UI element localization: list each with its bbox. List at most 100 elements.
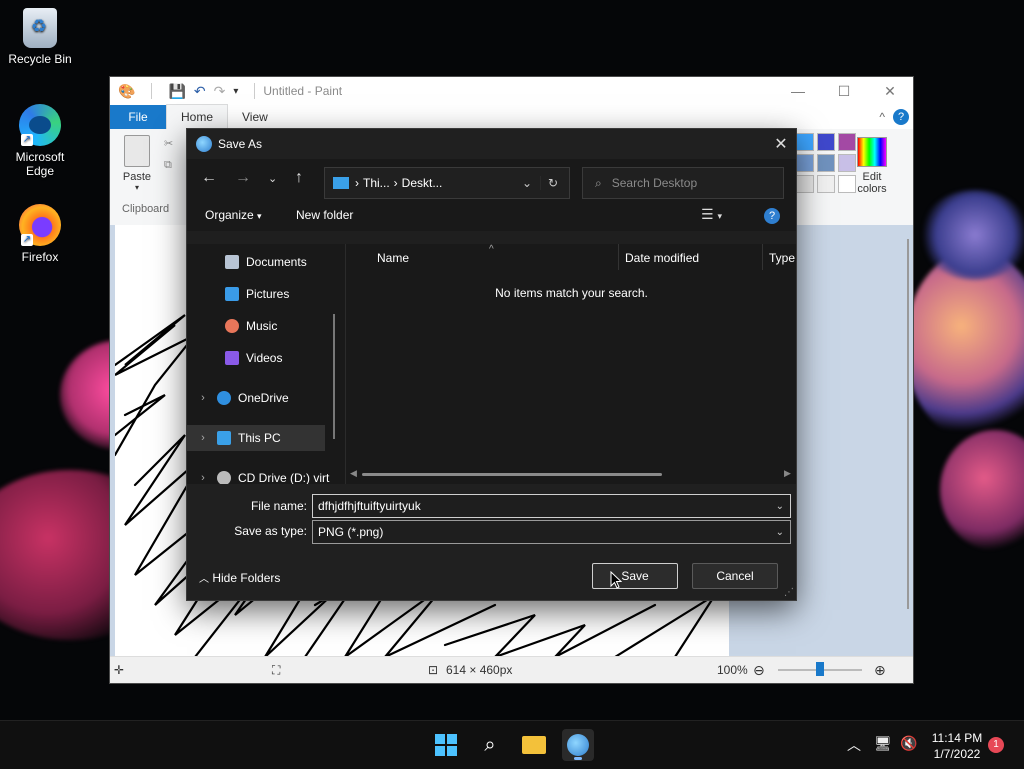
forward-icon[interactable]: → [235,169,251,187]
color-swatch[interactable] [796,133,814,151]
taskbar: ⌕ ︿ 🖥 🔇 11:14 PM 1/7/2022 1 [0,720,1024,769]
help-icon[interactable]: ? [893,109,909,125]
navigation-pane-scrollbar[interactable] [333,314,335,439]
close-icon[interactable]: ✕ [867,83,913,100]
canvas-scrollbar[interactable] [907,239,909,609]
breadcrumb-desktop[interactable]: Deskt... [402,176,443,190]
desktop-icon-edge[interactable]: ↗ Microsoft Edge [0,104,80,178]
desktop-icon-recycle-bin[interactable]: Recycle Bin [0,8,80,66]
nav-item-videos[interactable]: Videos [187,345,345,371]
pictures-icon [225,287,239,301]
this-pc-icon [217,431,231,445]
edit-colors-button[interactable]: Edit colors [850,137,894,195]
scroll-right-icon[interactable]: ▶ [784,468,791,479]
nav-item-pictures[interactable]: Pictures 📌 [187,281,345,307]
column-header-type[interactable]: Type [769,251,795,265]
view-options-icon[interactable]: ☰ ▾ [701,206,722,223]
cut-icon[interactable]: ✂ [164,137,173,150]
redo-icon[interactable]: ↷ [214,83,226,100]
cancel-button[interactable]: Cancel [692,563,778,589]
expand-icon[interactable]: › [195,432,211,444]
save-as-type-select[interactable]: PNG (*.png) ⌄ [312,520,791,544]
new-folder-button[interactable]: New folder [296,208,353,222]
save-button[interactable]: Save [592,563,678,589]
desktop-icon-firefox[interactable]: ↗ Firefox [0,204,80,264]
zoom-in-icon[interactable]: ⊕ [874,662,886,679]
image-size-icon: ⊡ [428,663,439,677]
nav-item-onedrive[interactable]: › OneDrive [187,385,335,411]
save-icon[interactable]: 💾 [168,83,185,100]
help-icon[interactable]: ? [764,208,780,224]
network-icon[interactable]: 🖥 [874,735,892,752]
nav-item-this-pc[interactable]: › This PC [187,425,325,451]
customize-toolbar-icon[interactable]: ▾ [233,86,238,97]
color-swatch[interactable] [796,175,814,193]
divider [254,83,256,99]
clipboard-group-label: Clipboard [122,203,170,215]
scroll-left-icon[interactable]: ◀ [350,468,357,479]
chevron-down-icon[interactable]: ⌄ [522,176,532,190]
horizontal-scrollbar[interactable] [362,473,662,476]
breadcrumb-this-pc[interactable]: Thi... [363,176,390,190]
dialog-title: Save As [218,137,263,151]
nav-item-label: Pictures [246,287,290,301]
tab-view[interactable]: View [228,105,282,129]
desktop-icon-label: Firefox [21,250,59,264]
paint-taskbar-icon[interactable] [562,729,594,761]
column-header-name[interactable]: Name [377,251,409,265]
zoom-out-icon[interactable]: ⊖ [753,662,765,679]
chevron-down-icon: ▾ [134,183,139,192]
expand-icon[interactable]: › [195,392,211,404]
volume-muted-icon[interactable]: 🔇 [900,735,917,752]
tab-file[interactable]: File [110,105,166,129]
clock[interactable]: 11:14 PM 1/7/2022 [926,730,988,762]
hide-folders-button[interactable]: ︿ Hide Folders [199,570,280,585]
shortcut-arrow-icon: ↗ [21,234,33,246]
zoom-slider-thumb[interactable] [816,662,824,676]
back-icon[interactable]: ← [201,169,217,187]
recent-locations-icon[interactable]: ⌄ [268,172,277,185]
undo-icon[interactable]: ↶ [194,83,206,100]
nav-item-cd-drive[interactable]: › CD Drive (D:) virt [187,465,345,484]
paste-button[interactable]: Paste ▾ [122,135,152,192]
chevron-down-icon[interactable]: ⌄ [776,501,784,512]
copy-icon[interactable]: ⧉ [164,159,172,172]
empty-results-message: No items match your search. [495,286,648,300]
notification-badge[interactable]: 1 [988,737,1004,753]
start-button[interactable] [430,729,462,761]
refresh-icon[interactable]: ↻ [540,176,565,190]
chevron-down-icon: ⌄ [775,526,784,538]
search-icon[interactable]: ⌕ [474,729,506,761]
dialog-navbar: ← → ⌄ ↑ › Thi... › Deskt... ⌄ ↻ ⌕ Search… [187,159,796,201]
resize-grip-icon[interactable]: ⋰ [784,587,794,598]
close-icon[interactable]: ✕ [766,134,796,154]
dialog-footer: File name: dfhjdfhjftuiftyuirtyuk ⌄ Save… [187,484,796,600]
paint-statusbar: ✛ ⛶ ⊡ 614 × 460px 100% ⊖ ⊕ [110,656,913,683]
search-box[interactable]: ⌕ Search Desktop [582,167,784,199]
file-explorer-icon[interactable] [518,729,550,761]
color-swatch[interactable] [817,154,835,172]
address-bar[interactable]: › Thi... › Deskt... ⌄ ↻ [324,167,570,199]
paint-app-icon: 🎨 [118,82,136,99]
nav-item-music[interactable]: Music [187,313,345,339]
color-swatch[interactable] [817,133,835,151]
clipboard-icon [124,135,150,167]
edge-icon: ↗ [19,104,61,146]
column-divider[interactable] [618,244,619,270]
color-swatch[interactable] [796,154,814,172]
file-list-pane: ^ Name Date modified Type No items match… [345,244,797,484]
maximize-icon[interactable]: ☐ [821,83,867,100]
nav-item-documents[interactable]: Documents 📌 [187,249,345,275]
nav-item-label: Documents [246,255,307,269]
color-swatch[interactable] [817,175,835,193]
minimize-icon[interactable]: — [775,83,821,100]
organize-button[interactable]: Organize ▾ [205,208,262,222]
tab-home[interactable]: Home [166,104,229,129]
expand-icon[interactable]: › [195,472,211,484]
column-header-date-modified[interactable]: Date modified [625,251,699,265]
show-hidden-icons-icon[interactable]: ︿ [847,735,861,755]
up-icon[interactable]: ↑ [295,169,303,187]
collapse-ribbon-icon[interactable]: ^ [879,110,885,124]
file-name-input[interactable]: dfhjdfhjftuiftyuirtyuk ⌄ [312,494,791,518]
column-divider[interactable] [762,244,763,270]
